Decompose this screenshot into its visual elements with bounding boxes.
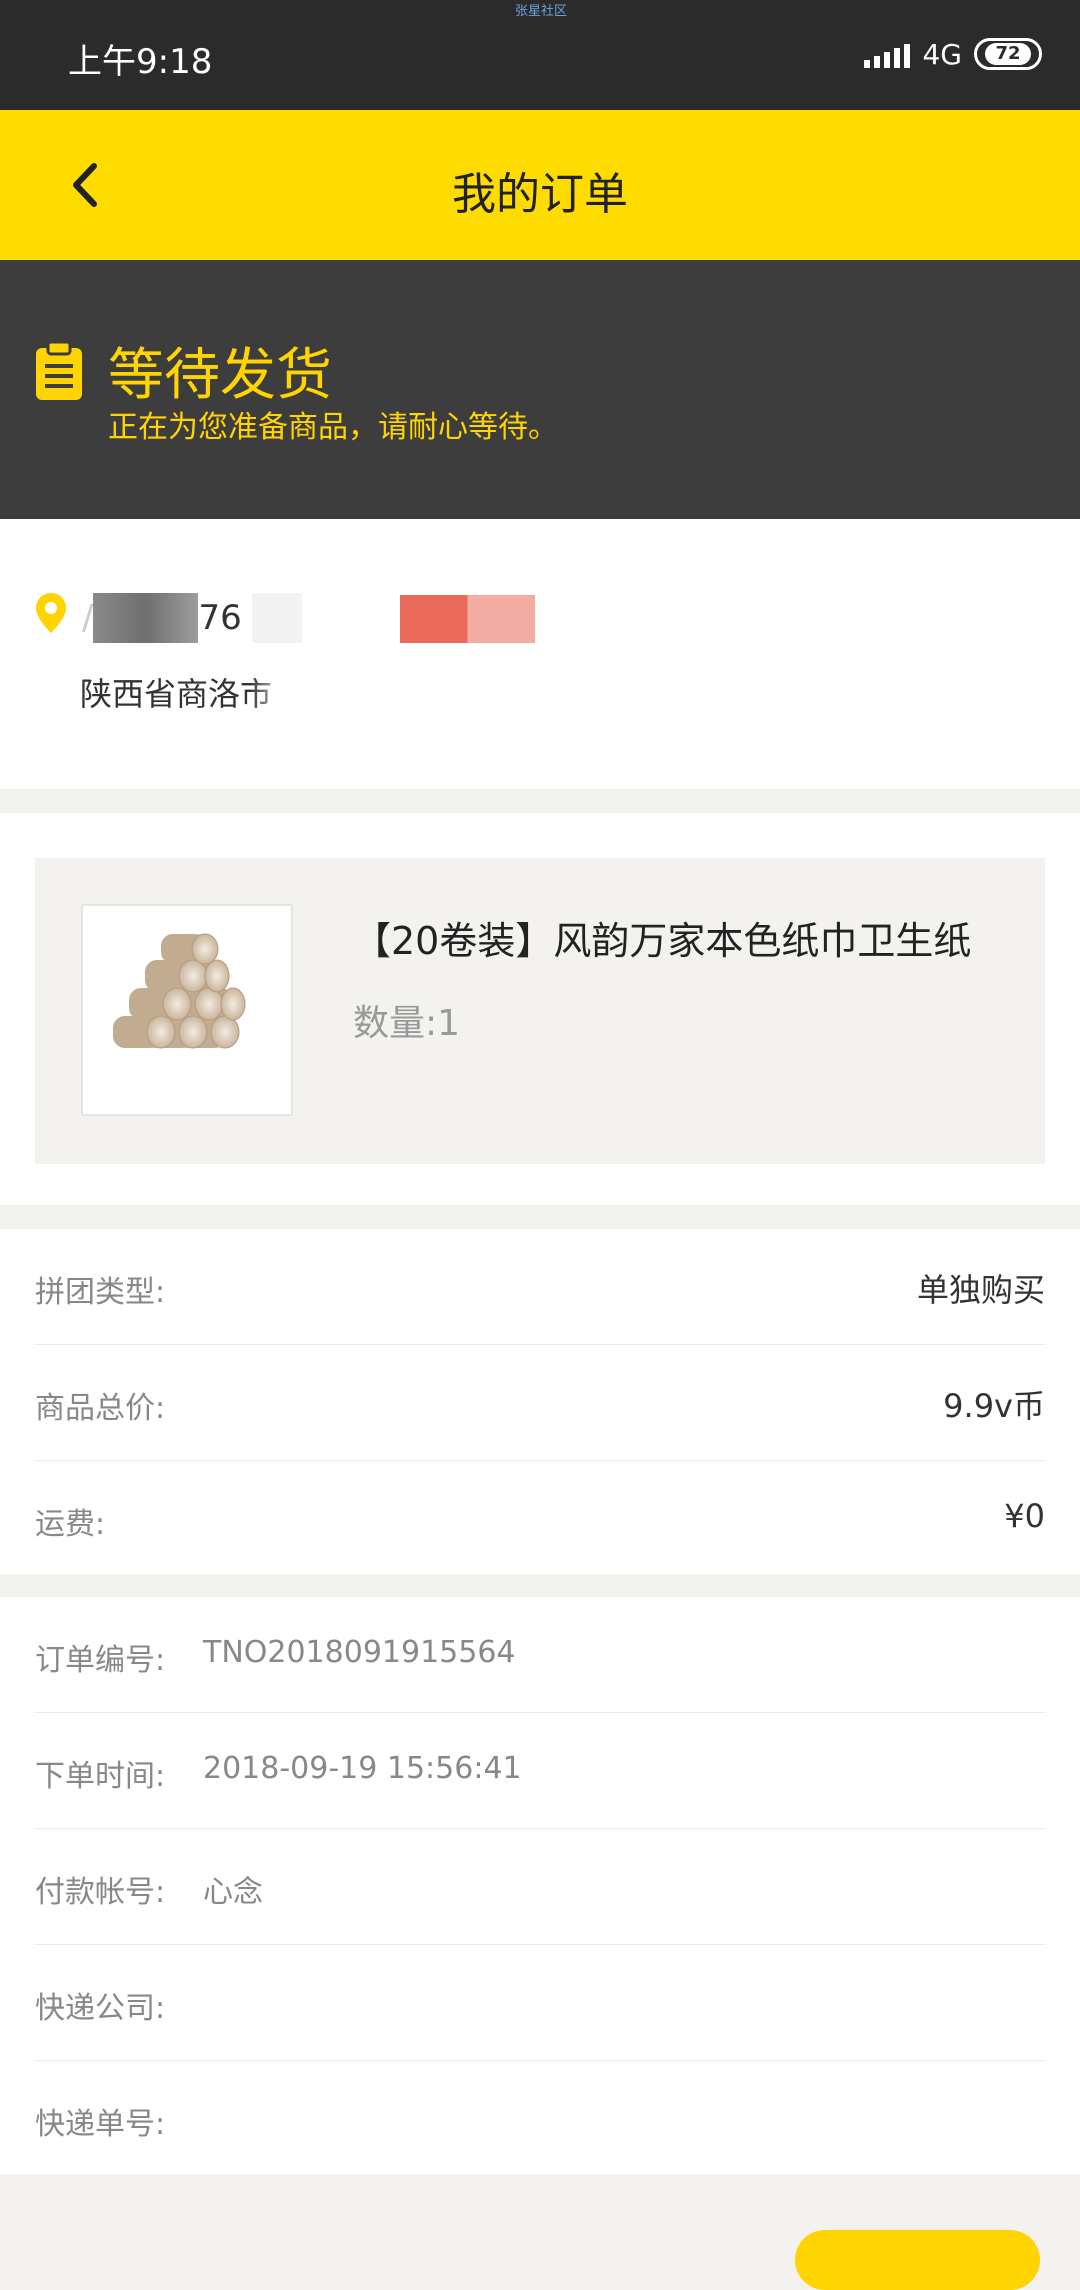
status-subtitle: 正在为您准备商品，请耐心等待。	[108, 410, 558, 445]
network-type: 4G	[922, 37, 962, 71]
row-value: 2018-09-19 15:56:41	[203, 1751, 522, 1786]
page-title: 我的订单	[452, 169, 628, 220]
redaction-fade	[250, 669, 310, 714]
redacted-block	[515, 1617, 705, 1707]
row-label: 快递单号:	[35, 2107, 166, 2142]
row-label: 运费:	[35, 1507, 106, 1542]
order-time-row: 下单时间: 2018-09-19 15:56:41	[35, 1713, 1045, 1829]
order-number-row: 订单编号: TNO201809191556412	[35, 1597, 1045, 1713]
recipient-line: / 76	[82, 593, 302, 643]
redacted-block	[251, 593, 302, 643]
payment-account-row: 付款帐号: 心念	[35, 1829, 1045, 1945]
courier-company-row: 快递公司:	[35, 1945, 1045, 2061]
location-pin-icon	[36, 593, 66, 633]
row-label: 付款帐号:	[35, 1875, 166, 1910]
status-title: 等待发货	[108, 343, 332, 408]
price-info-card: 拼团类型: 单独购买 商品总价: 9.9v币 运费: ¥0	[0, 1229, 1080, 1574]
shipping-address-card: / 76 陕西省商洛市	[0, 519, 1080, 789]
bottom-action-button[interactable]	[795, 2230, 1040, 2290]
row-value: 单独购买	[916, 1271, 1045, 1309]
watermark-text: 张星社区	[515, 4, 568, 19]
toilet-paper-image	[113, 933, 246, 1049]
row-label: 下单时间:	[35, 1759, 166, 1794]
shipping-fee-row: 运费: ¥0	[35, 1461, 1045, 1577]
row-value: 心念	[203, 1875, 263, 1910]
signal-icon	[864, 40, 911, 68]
goods-card: 【20卷装】风韵万家本色纸巾卫生纸 数量:1	[0, 813, 1080, 1205]
group-type-row: 拼团类型: 单独购买	[35, 1229, 1045, 1345]
order-detail-card: 订单编号: TNO201809191556412 下单时间: 2018-09-1…	[0, 1597, 1080, 2174]
recipient-phone: 76	[198, 598, 242, 638]
product-quantity: 数量:1	[353, 1003, 461, 1044]
row-label: 订单编号:	[35, 1643, 166, 1678]
redacted-block	[93, 593, 199, 643]
app-header: 我的订单	[0, 110, 1080, 260]
row-label: 快递公司:	[35, 1991, 166, 2026]
total-price-row: 商品总价: 9.9v币	[35, 1345, 1045, 1461]
row-label: 商品总价:	[35, 1391, 166, 1426]
recipient-name: /	[82, 598, 94, 638]
product-thumbnail	[81, 904, 293, 1116]
battery-level: 72	[985, 43, 1031, 65]
status-time: 上午9:18	[68, 42, 213, 82]
battery-icon: 72	[974, 38, 1042, 70]
row-value: ¥0	[1004, 1497, 1045, 1535]
goods-item[interactable]: 【20卷装】风韵万家本色纸巾卫生纸 数量:1	[35, 858, 1045, 1164]
status-indicators: 4G 72	[864, 34, 1042, 74]
row-label: 拼团类型:	[35, 1275, 166, 1310]
row-value: TNO201809191556412	[203, 1635, 554, 1670]
product-name: 【20卷装】风韵万家本色纸巾卫生纸	[353, 919, 972, 963]
clipboard-icon	[36, 342, 82, 400]
redacted-block	[400, 595, 535, 643]
tracking-number-row: 快递单号:	[35, 2061, 1045, 2177]
address-text: 陕西省商洛市	[80, 675, 273, 713]
row-value: 9.9v币	[943, 1387, 1045, 1425]
status-bar: 张星社区 上午9:18 4G 72	[0, 0, 1080, 110]
order-status-banner: 等待发货 正在为您准备商品，请耐心等待。	[0, 260, 1080, 519]
